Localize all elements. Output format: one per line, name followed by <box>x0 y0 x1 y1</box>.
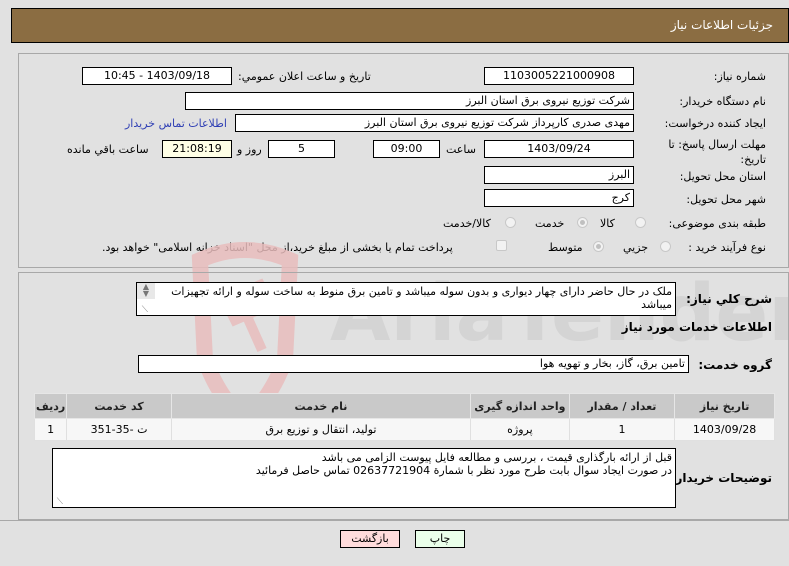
category-option-goods: کالا <box>600 217 615 230</box>
buyer-notes-label: توضیحات خریدار: <box>670 471 772 485</box>
need-number-label: شماره نیاز: <box>713 70 766 83</box>
process-radio-medium[interactable] <box>593 241 604 252</box>
need-number-field[interactable]: 1103005221000908 <box>484 67 634 85</box>
remaining-time-label: ساعت باقي مانده <box>67 143 149 156</box>
process-type-label: نوع فرآیند خرید : <box>688 241 766 254</box>
services-section-title: اطلاعات خدمات مورد نیاز <box>621 320 772 334</box>
deadline-label-line2: تاریخ: <box>740 153 766 166</box>
back-button[interactable]: بازگشت <box>340 530 400 548</box>
city-field[interactable]: کرج <box>484 189 634 207</box>
buyer-contact-link[interactable]: اطلاعات تماس خریدار <box>125 117 227 130</box>
services-table: تاریخ نیاز تعداد / مقدار واحد اندازه گیر… <box>33 393 775 441</box>
deadline-date-field[interactable]: 1403/09/24 <box>484 140 634 158</box>
print-button[interactable]: چاپ <box>415 530 465 548</box>
category-radio-goods-service[interactable] <box>505 217 516 228</box>
announce-field[interactable]: 1403/09/18 - 10:45 <box>82 67 232 85</box>
treasury-checkbox-label: پرداخت تمام یا بخشی از مبلغ خرید،از محل … <box>102 241 453 254</box>
remaining-time-field[interactable]: 21:08:19 <box>162 140 232 158</box>
service-group-field[interactable]: تامین برق، گاز، بخار و تهویه هوا <box>138 355 689 373</box>
resize-grip-icon[interactable]: ⟋ <box>138 305 148 315</box>
col-header-quantity: تعداد / مقدار <box>568 393 676 419</box>
process-option-medium: متوسط <box>548 241 583 254</box>
table-header-row: تاریخ نیاز تعداد / مقدار واحد اندازه گیر… <box>33 393 775 419</box>
deadline-label-line1: مهلت ارسال پاسخ: تا <box>668 138 766 151</box>
buyer-notes-textarea[interactable]: قبل از ارائه بارگذاری قیمت ، بررسی و مطا… <box>52 448 676 508</box>
days-remaining-field[interactable]: 5 <box>268 140 335 158</box>
deadline-time-field[interactable]: 09:00 <box>373 140 440 158</box>
footer-divider <box>0 520 789 521</box>
col-header-service-code: کد خدمت <box>66 393 172 419</box>
treasury-checkbox[interactable] <box>496 240 507 251</box>
description-scroll-arrows-icon[interactable]: ▲ ▼ <box>137 283 155 299</box>
cell-service-name: تولید، انتقال و توزیع برق <box>170 418 472 441</box>
deadline-label: مهلت ارسال پاسخ: تا تاریخ: <box>668 137 766 167</box>
cell-quantity: 1 <box>568 418 676 441</box>
category-option-service: خدمت <box>535 217 565 230</box>
category-radio-service[interactable] <box>577 217 588 228</box>
announce-label: تاریخ و ساعت اعلان عمومي: <box>238 70 371 83</box>
page-header: جزئیات اطلاعات نیاز <box>11 8 789 43</box>
cell-date: 1403/09/28 <box>674 418 775 441</box>
days-label: روز و <box>237 143 262 156</box>
page-title: جزئیات اطلاعات نیاز <box>670 18 773 32</box>
service-group-label: گروه خدمت: <box>698 358 772 372</box>
col-header-date: تاریخ نیاز <box>674 393 775 419</box>
cell-service-code: ت -35-351 <box>66 418 172 441</box>
buyer-org-field[interactable]: شرکت توزیع نیروی برق استان البرز <box>185 92 634 110</box>
cell-row-number: 1 <box>33 418 68 441</box>
col-header-row-number: ردیف <box>33 393 68 419</box>
description-label: شرح کلي نیاز: <box>686 292 772 306</box>
cell-unit: پروژه <box>470 418 570 441</box>
time-label: ساعت <box>446 143 476 156</box>
category-label: طبقه بندی موضوعی: <box>668 217 766 230</box>
description-textarea[interactable]: ملک در حال حاضر دارای چهار دیواری و بدون… <box>136 282 676 316</box>
table-row: 1403/09/28 1 پروژه تولید، انتقال و توزیع… <box>33 418 775 441</box>
category-radio-goods[interactable] <box>635 217 646 228</box>
process-option-minor: جزیي <box>623 241 649 254</box>
col-header-unit: واحد اندازه گیری <box>470 393 570 419</box>
category-option-goods-service: کالا/خدمت <box>443 217 491 230</box>
process-radio-minor[interactable] <box>660 241 671 252</box>
creator-field[interactable]: مهدی صدری کارپرداز شرکت توزیع نیروی برق … <box>235 114 634 132</box>
buyer-org-label: نام دستگاه خریدار: <box>679 95 766 108</box>
city-label: شهر محل تحویل: <box>686 193 766 206</box>
resize-grip-icon[interactable]: ⟋ <box>53 497 63 507</box>
province-field[interactable]: البرز <box>484 166 634 184</box>
col-header-service-name: نام خدمت <box>170 393 472 419</box>
province-label: استان محل تحویل: <box>679 170 766 183</box>
creator-label: ایجاد کننده درخواست: <box>664 117 766 130</box>
